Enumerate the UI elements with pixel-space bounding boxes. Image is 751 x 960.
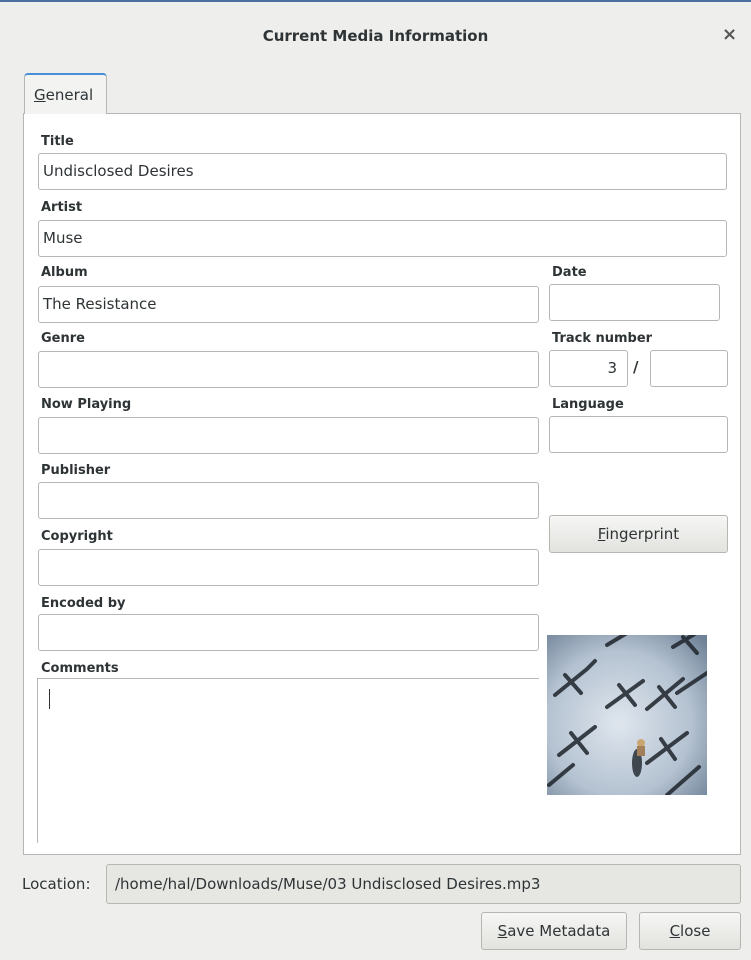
comments-textarea[interactable] <box>37 678 539 843</box>
encoded-by-label: Encoded by <box>41 596 126 611</box>
comments-label: Comments <box>41 661 119 676</box>
location-field: /home/hal/Downloads/Muse/03 Undisclosed … <box>106 864 741 904</box>
title-field[interactable]: Undisclosed Desires <box>38 153 727 190</box>
text-caret <box>49 689 50 709</box>
date-field[interactable] <box>549 284 720 321</box>
track-separator: / <box>633 358 639 376</box>
fingerprint-button[interactable]: Fingerprint <box>549 515 728 553</box>
genre-label: Genre <box>41 331 85 346</box>
title-bar: Current Media Information × <box>0 0 751 70</box>
track-number-label: Track number <box>552 331 653 346</box>
publisher-label: Publisher <box>41 463 111 478</box>
save-metadata-button[interactable]: Save Metadata <box>481 912 627 950</box>
title-label: Title <box>41 134 74 149</box>
track-total-field[interactable] <box>650 350 728 387</box>
album-field[interactable]: The Resistance <box>38 286 539 323</box>
location-label: Location: <box>22 875 91 893</box>
encoded-by-field[interactable] <box>38 614 539 651</box>
tab-general-label: General <box>34 86 94 104</box>
window-title: Current Media Information <box>262 27 489 45</box>
album-label: Album <box>41 265 88 280</box>
album-cover-image <box>547 635 707 795</box>
date-label: Date <box>552 265 587 280</box>
close-icon[interactable]: × <box>722 26 737 44</box>
close-button[interactable]: Close <box>639 912 741 950</box>
track-number-field[interactable]: 3 <box>549 350 628 387</box>
artist-label: Artist <box>41 200 83 215</box>
artist-field[interactable]: Muse <box>38 220 727 257</box>
now-playing-label: Now Playing <box>41 397 132 412</box>
publisher-field[interactable] <box>38 482 539 519</box>
copyright-label: Copyright <box>41 529 113 544</box>
language-field[interactable] <box>549 416 728 453</box>
language-label: Language <box>552 397 624 412</box>
genre-field[interactable] <box>38 351 539 388</box>
copyright-field[interactable] <box>38 549 539 586</box>
now-playing-field[interactable] <box>38 417 539 454</box>
tab-general[interactable]: General <box>24 73 107 114</box>
